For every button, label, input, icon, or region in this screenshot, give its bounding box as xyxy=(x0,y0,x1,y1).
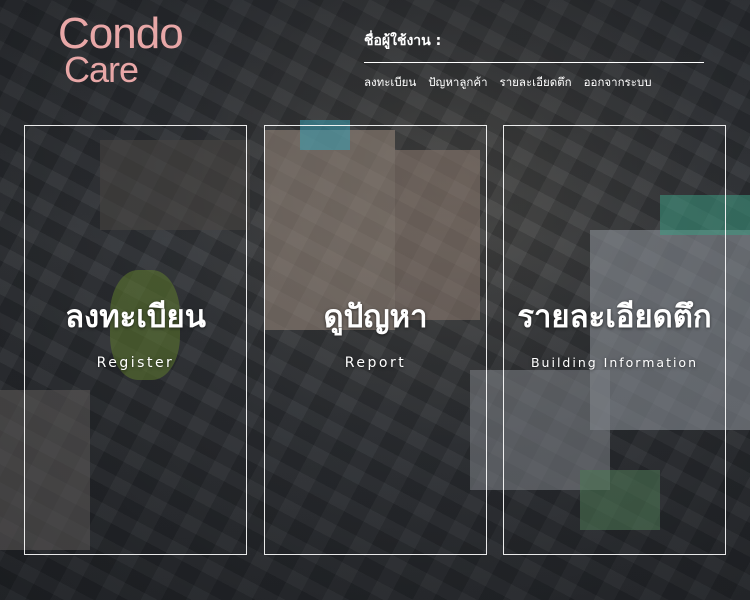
top-nav: ลงทะเบียน ปัญหาลูกค้า รายละเอียดตึก ออกจ… xyxy=(364,74,714,92)
report-card-title: ดูปัญหา xyxy=(323,299,428,335)
nav-customer-issues-link[interactable]: ปัญหาลูกค้า xyxy=(428,74,487,92)
register-card[interactable]: ลงทะเบียน Register xyxy=(24,125,247,555)
report-card-subtitle: Report xyxy=(344,355,407,371)
user-info: ชื่อผู้ใช้งาน : xyxy=(364,30,704,63)
building-info-card[interactable]: รายละเอียดตึก Building Information xyxy=(503,125,726,555)
register-card-subtitle: Register xyxy=(96,355,175,371)
building-info-card-subtitle: Building Information xyxy=(530,355,699,370)
username-label: ชื่อผู้ใช้งาน : xyxy=(364,33,442,49)
nav-logout-link[interactable]: ออกจากระบบ xyxy=(584,74,652,92)
logo-line-2: Care xyxy=(64,49,139,90)
condo-care-logo[interactable]: Condo Care xyxy=(58,12,218,93)
nav-building-details-link[interactable]: รายละเอียดตึก xyxy=(500,74,572,92)
report-card[interactable]: ดูปัญหา Report xyxy=(264,125,487,555)
building-info-card-title: รายละเอียดตึก xyxy=(517,299,712,335)
register-card-title: ลงทะเบียน xyxy=(65,299,206,335)
header-divider xyxy=(364,62,704,63)
nav-register-link[interactable]: ลงทะเบียน xyxy=(364,74,416,92)
